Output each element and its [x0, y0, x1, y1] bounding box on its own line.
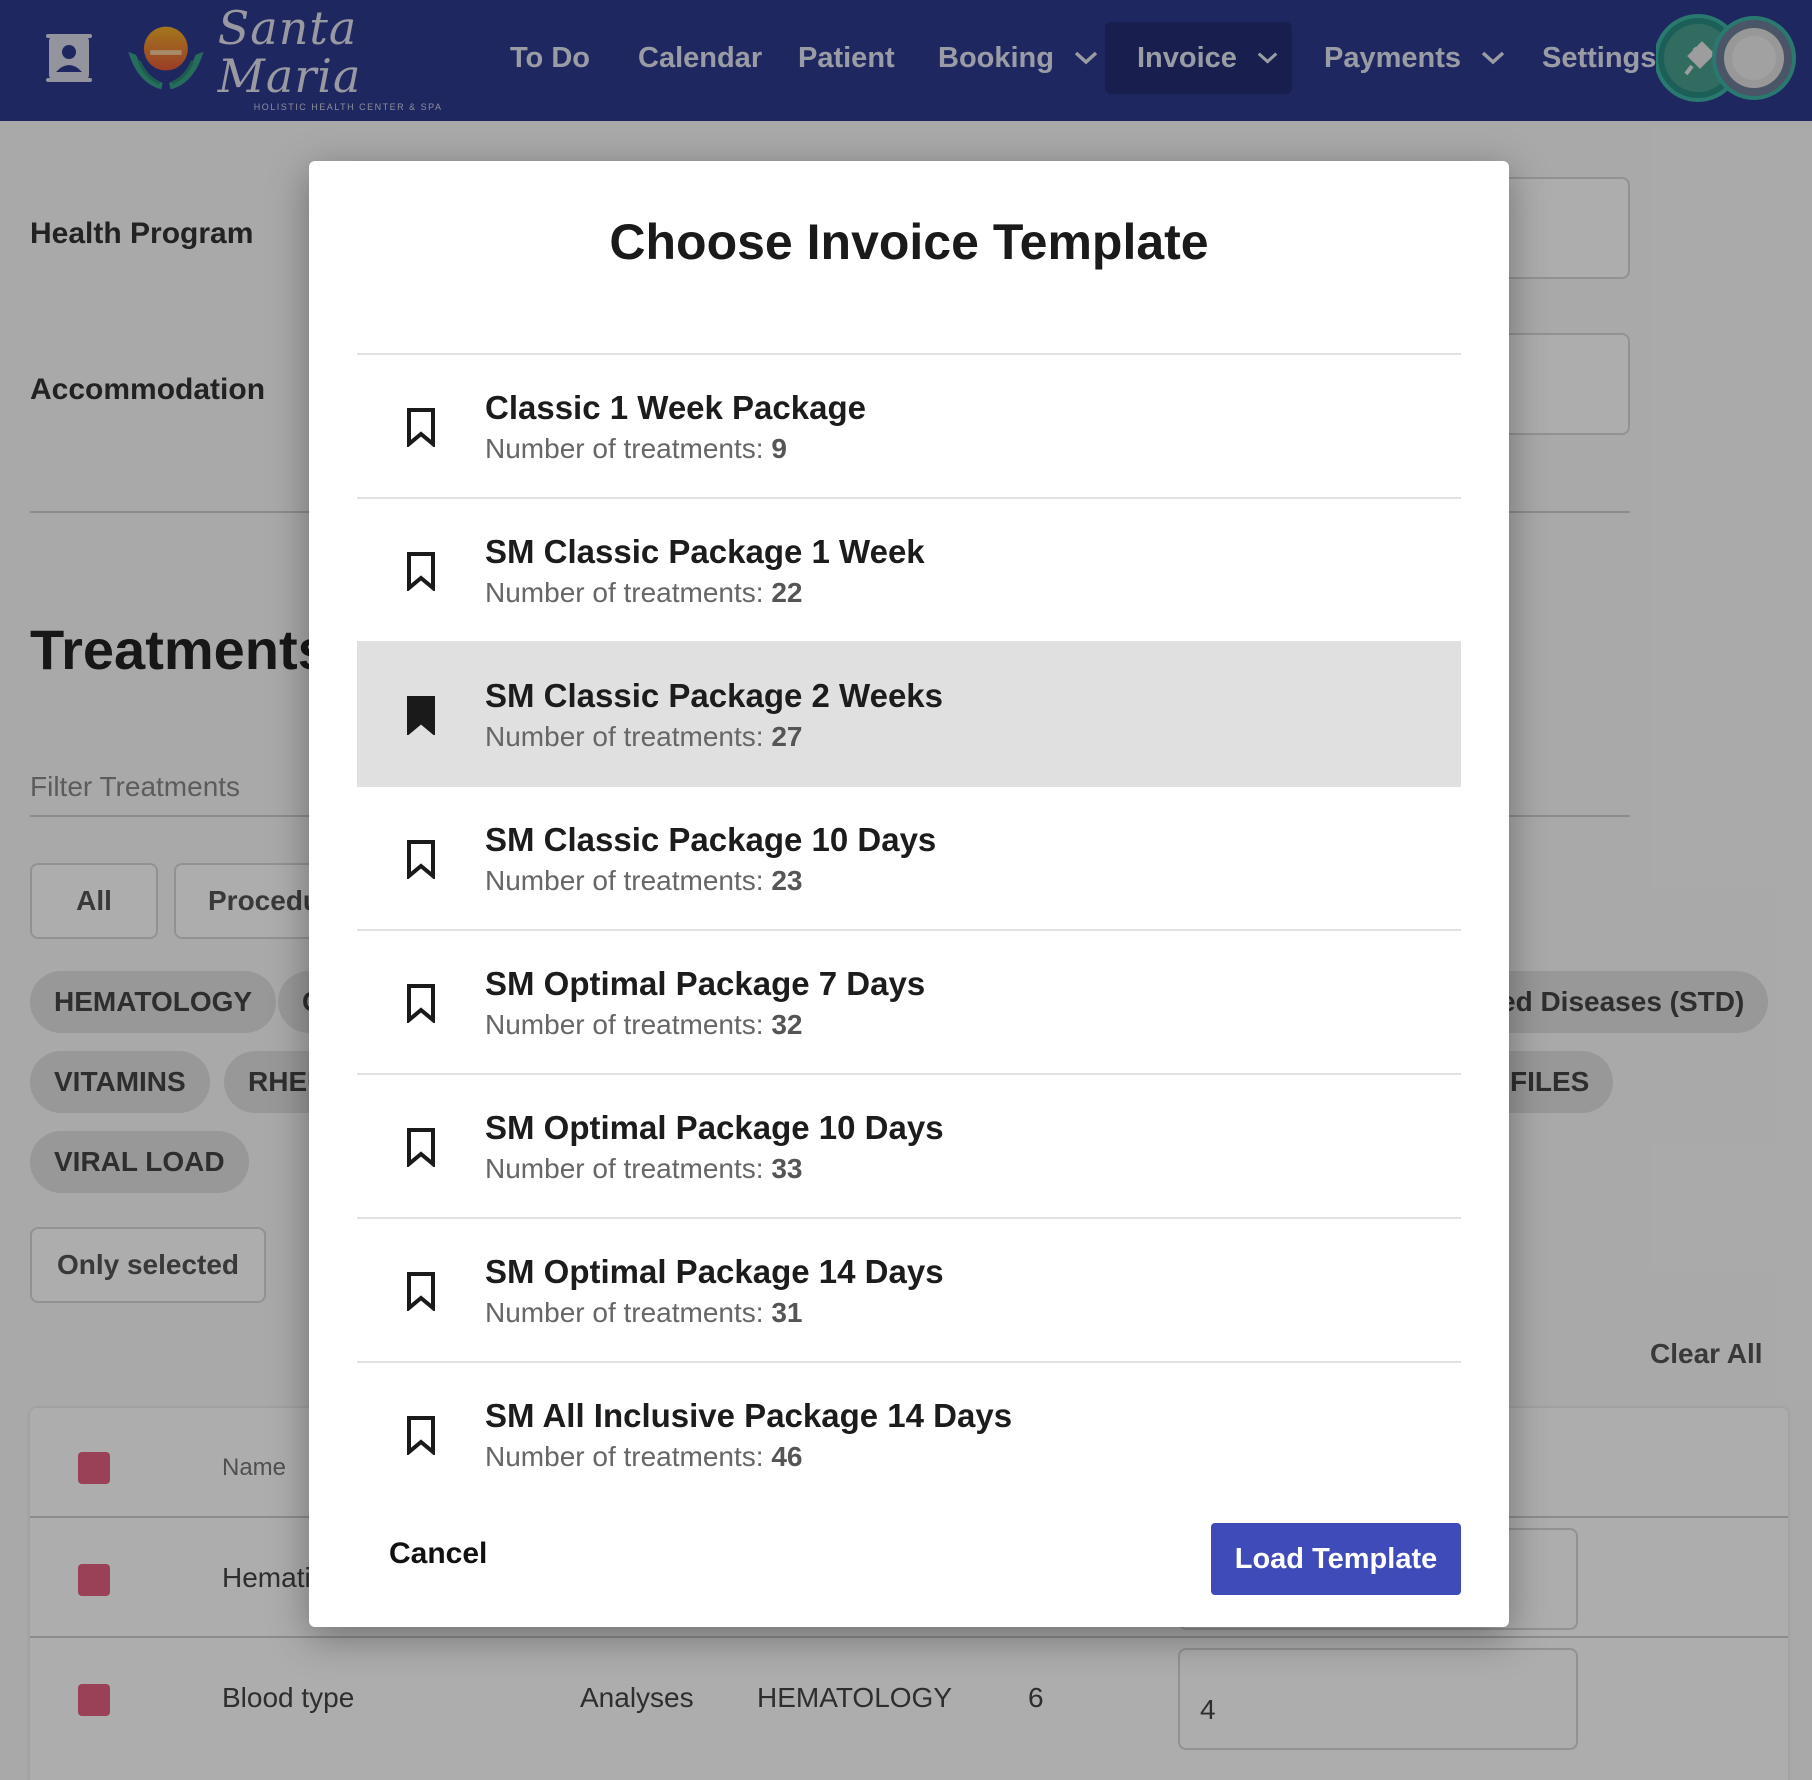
- template-treatment-count: Number of treatments: 23: [485, 865, 803, 897]
- treatment-count-label: Number of treatments:: [485, 1297, 772, 1328]
- template-treatment-count: Number of treatments: 32: [485, 1009, 803, 1041]
- treatment-count-label: Number of treatments:: [485, 577, 772, 608]
- bookmark-filled-icon: [407, 696, 435, 735]
- template-item[interactable]: Classic 1 Week Package Number of treatme…: [357, 355, 1461, 499]
- template-item[interactable]: SM Optimal Package 10 Days Number of tre…: [357, 1075, 1461, 1219]
- template-name: Classic 1 Week Package: [485, 389, 866, 426]
- bookmark-outline-icon: [407, 1272, 435, 1311]
- template-item[interactable]: SM Optimal Package 14 Days Number of tre…: [357, 1219, 1461, 1363]
- treatment-count-value: 46: [771, 1441, 803, 1472]
- template-item[interactable]: SM Classic Package 1 Week Number of trea…: [357, 499, 1461, 643]
- template-treatment-count: Number of treatments: 46: [485, 1441, 803, 1473]
- template-item[interactable]: SM All Inclusive Package 14 Days Number …: [357, 1363, 1461, 1507]
- treatment-count-label: Number of treatments:: [485, 1441, 772, 1472]
- template-item[interactable]: SM Classic Package 10 Days Number of tre…: [357, 787, 1461, 931]
- dialog-title: Choose Invoice Template: [609, 214, 1209, 270]
- template-item[interactable]: SM Optimal Package 7 Days Number of trea…: [357, 931, 1461, 1075]
- choose-template-dialog: Choose Invoice Template Classic 1 Week P…: [309, 161, 1509, 1627]
- cancel-button[interactable]: Cancel: [389, 1537, 487, 1571]
- treatment-count-label: Number of treatments:: [485, 1153, 772, 1184]
- template-list: Classic 1 Week Package Number of treatme…: [357, 353, 1461, 1507]
- treatment-count-label: Number of treatments:: [485, 433, 772, 464]
- template-treatment-count: Number of treatments: 22: [485, 577, 803, 609]
- template-name: SM Classic Package 2 Weeks: [485, 677, 944, 714]
- template-treatment-count: Number of treatments: 33: [485, 1153, 803, 1185]
- bookmark-outline-icon: [407, 408, 435, 447]
- bookmark-outline-icon: [407, 840, 435, 879]
- template-name: SM Classic Package 10 Days: [485, 821, 937, 858]
- treatment-count-value: 9: [771, 433, 787, 464]
- treatment-count-label: Number of treatments:: [485, 721, 772, 752]
- treatment-count-value: 27: [771, 721, 803, 752]
- bookmark-outline-icon: [407, 1416, 435, 1455]
- template-name: SM Optimal Package 14 Days: [485, 1253, 944, 1290]
- treatment-count-label: Number of treatments:: [485, 865, 772, 896]
- treatment-count-value: 32: [771, 1009, 803, 1040]
- bookmark-outline-icon: [407, 1128, 435, 1167]
- bookmark-outline-icon: [407, 552, 435, 591]
- template-item-selected[interactable]: SM Classic Package 2 Weeks Number of tre…: [357, 643, 1461, 787]
- template-treatment-count: Number of treatments: 9: [485, 433, 787, 465]
- load-template-button[interactable]: Load Template: [1211, 1523, 1461, 1595]
- template-name: SM Optimal Package 10 Days: [485, 1109, 944, 1146]
- bookmark-outline-icon: [407, 984, 435, 1023]
- treatment-count-value: 22: [771, 577, 803, 608]
- template-name: SM Classic Package 1 Week: [485, 533, 925, 570]
- treatment-count-label: Number of treatments:: [485, 1009, 772, 1040]
- treatment-count-value: 23: [771, 865, 803, 896]
- template-treatment-count: Number of treatments: 27: [485, 721, 803, 753]
- treatment-count-value: 33: [771, 1153, 803, 1184]
- template-treatment-count: Number of treatments: 31: [485, 1297, 803, 1329]
- template-name: SM All Inclusive Package 14 Days: [485, 1397, 1013, 1434]
- treatment-count-value: 31: [771, 1297, 803, 1328]
- template-name: SM Optimal Package 7 Days: [485, 965, 926, 1002]
